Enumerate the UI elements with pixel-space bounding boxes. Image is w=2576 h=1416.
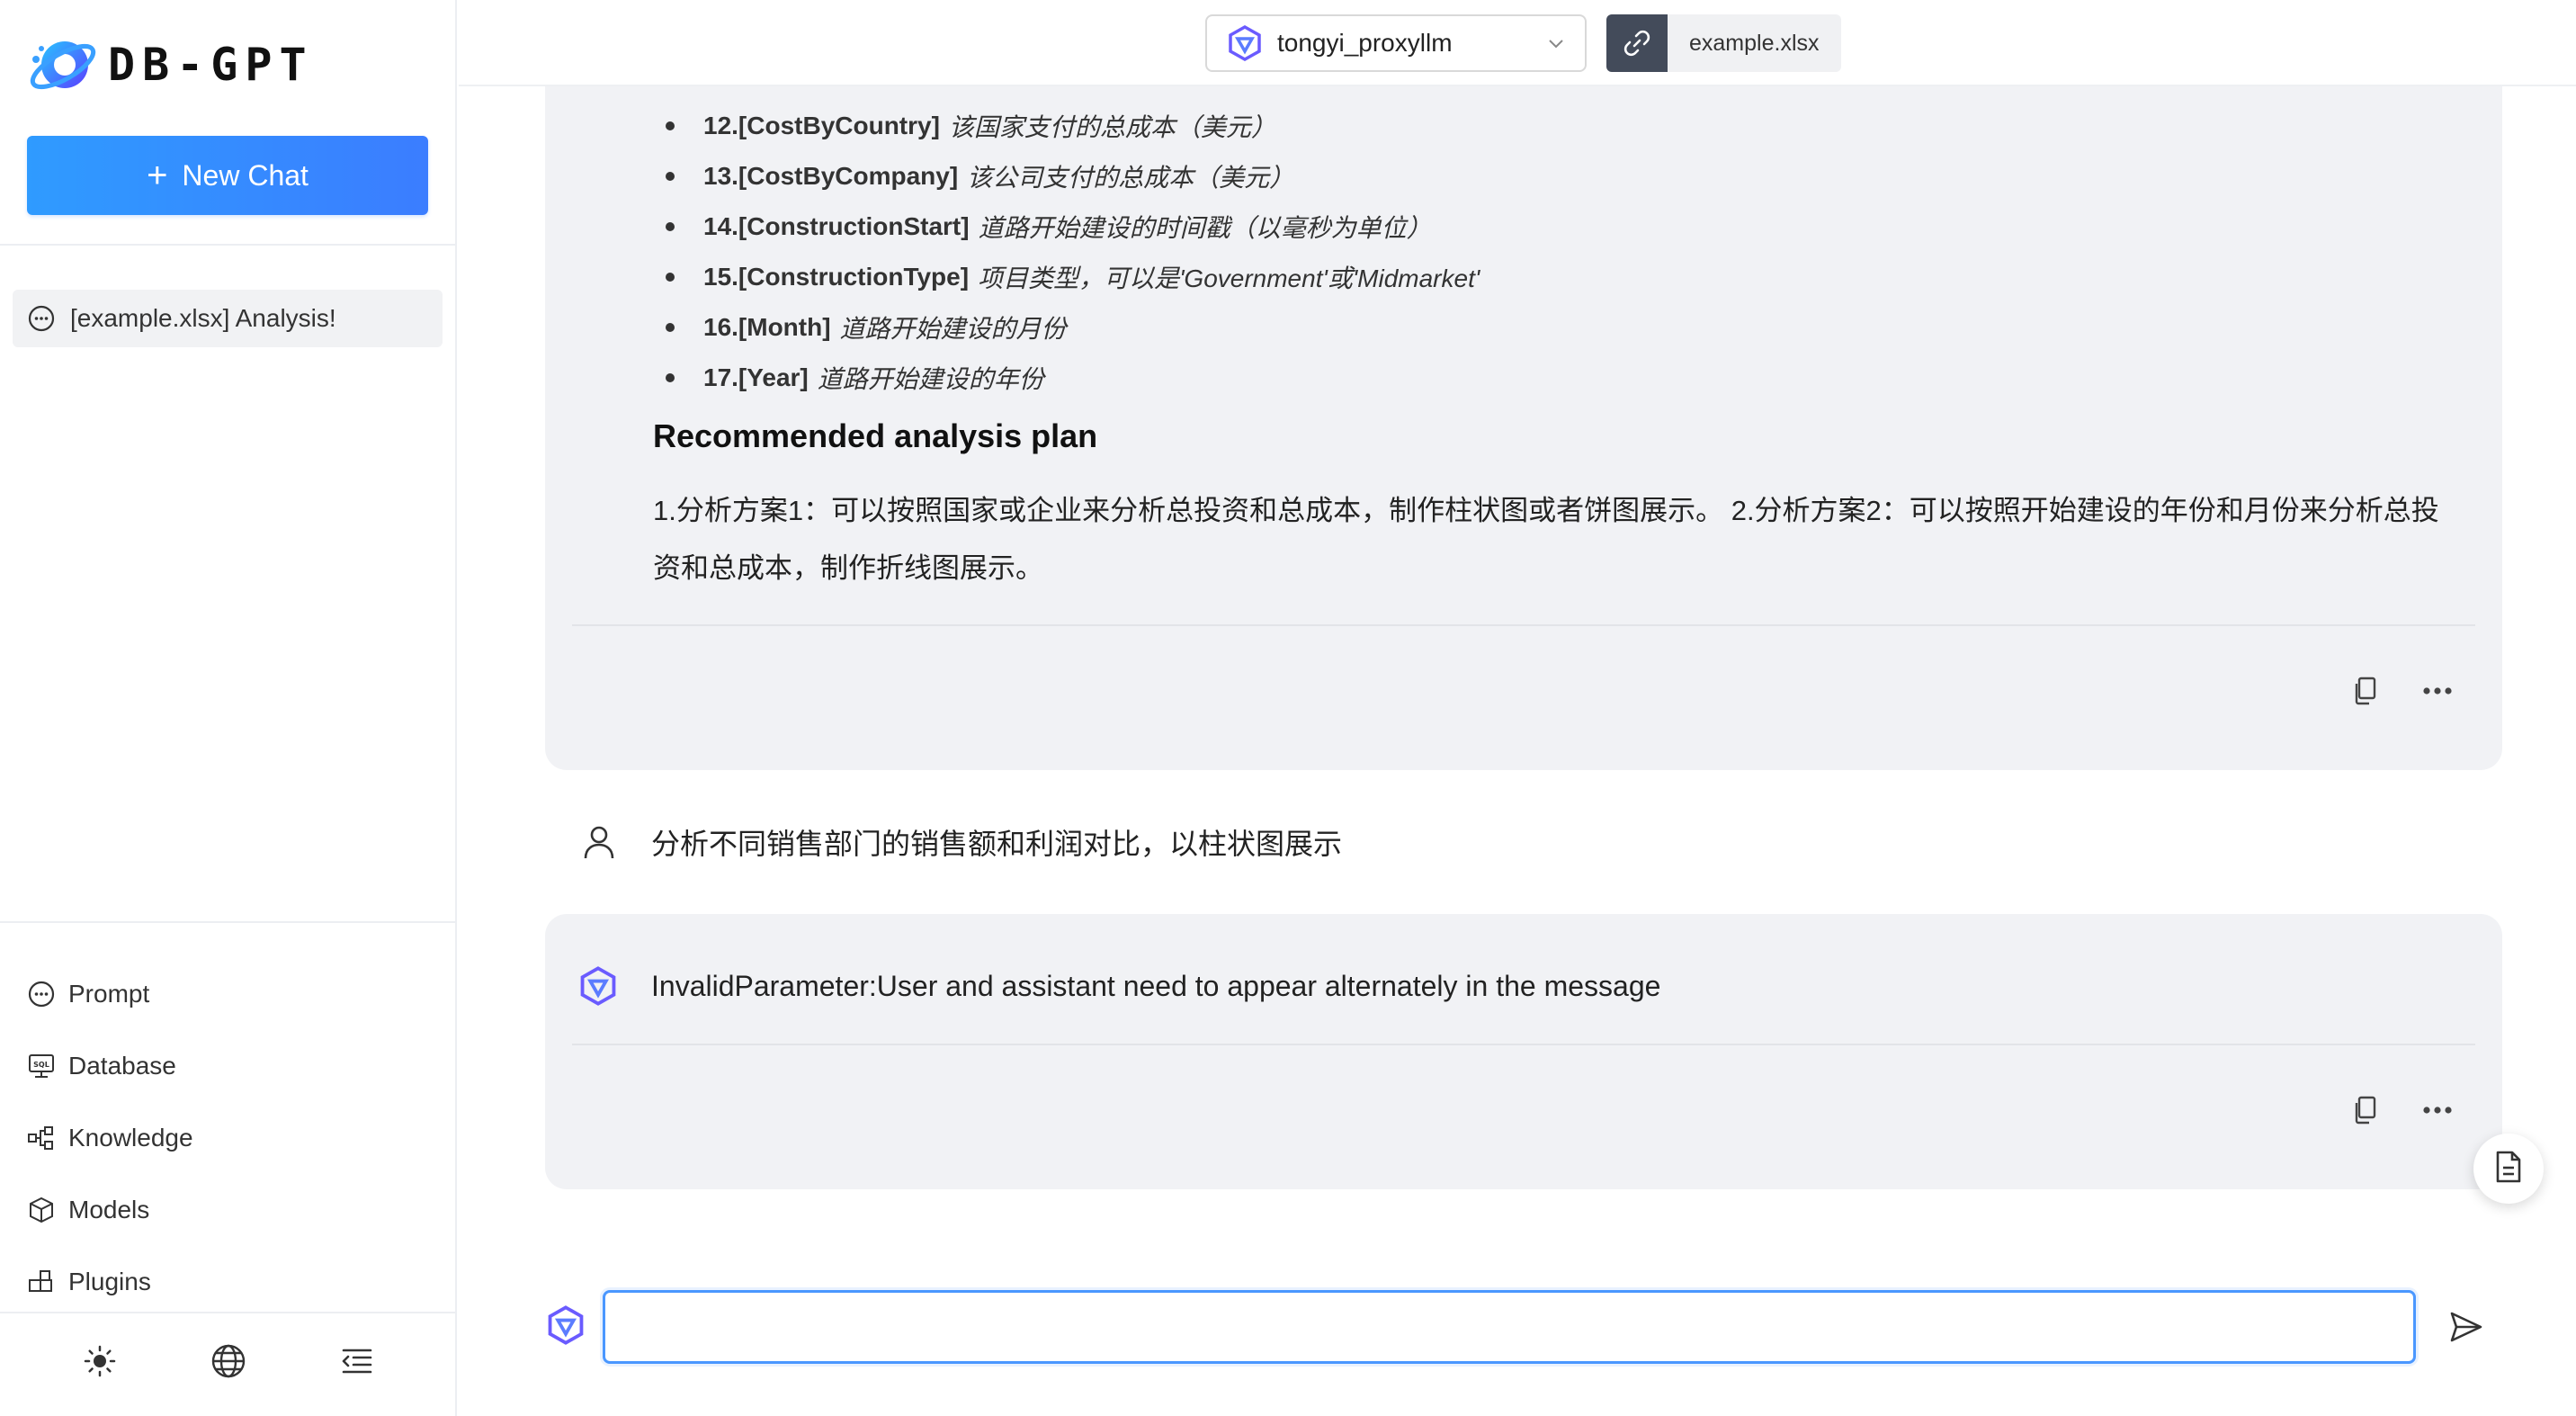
file-text-icon xyxy=(2493,1150,2524,1188)
column-desc: 项目类型，可以是'Government'或'Midmarket' xyxy=(978,264,1480,292)
message-actions xyxy=(2349,675,2454,707)
column-desc: 道路开始建设的月份 xyxy=(839,315,1067,343)
knowledge-graph-icon xyxy=(27,1124,56,1152)
sidebar-item-label: Knowledge xyxy=(68,1124,193,1152)
attached-file-chip[interactable]: example.xlsx xyxy=(1606,14,1841,72)
list-item: 17.[Year] 道路开始建设的年份 xyxy=(666,353,1480,403)
theme-sun-icon[interactable] xyxy=(80,1341,120,1381)
chat-bubble-icon xyxy=(27,304,56,333)
collapse-menu-icon[interactable] xyxy=(337,1341,377,1381)
plus-icon: + xyxy=(147,156,168,195)
language-globe-icon[interactable] xyxy=(209,1341,248,1381)
sidebar-footer xyxy=(0,1330,457,1393)
bullet xyxy=(666,121,675,130)
plugins-icon xyxy=(27,1268,56,1296)
list-item: 13.[CostByCompany] 该公司支付的总成本（美元） xyxy=(666,151,1480,202)
list-item: 15.[ConstructionType] 项目类型，可以是'Government… xyxy=(666,252,1480,302)
column-key: 16.[Month] xyxy=(703,313,831,341)
column-desc: 道路开始建设的时间戳（以毫秒为单位） xyxy=(978,214,1432,242)
chevron-down-icon xyxy=(1545,32,1567,54)
message-divider xyxy=(572,1044,2475,1045)
sidebar-item-knowledge[interactable]: Knowledge xyxy=(27,1102,423,1174)
list-item: 12.[CostByCountry] 该国家支付的总成本（美元） xyxy=(666,101,1480,151)
sidebar-divider xyxy=(0,921,457,923)
copy-icon[interactable] xyxy=(2349,675,2382,707)
chat-input[interactable] xyxy=(603,1290,2416,1364)
sidebar-item-label: Plugins xyxy=(68,1268,151,1295)
bullet xyxy=(666,373,675,382)
column-desc: 道路开始建设的年份 xyxy=(817,365,1044,393)
tongyi-model-icon xyxy=(576,964,621,1008)
tongyi-model-icon xyxy=(1225,23,1265,63)
sidebar-item-label: Prompt xyxy=(68,980,150,1008)
user-message: 分析不同销售部门的销售额和利润对比，以柱状图展示 xyxy=(581,813,1342,871)
sidebar-divider xyxy=(0,244,457,246)
sidebar-divider xyxy=(0,1312,457,1313)
logo-text: DB-GPT xyxy=(108,39,314,91)
assistant-message-bubble xyxy=(545,914,2502,1189)
copy-icon[interactable] xyxy=(2349,1094,2382,1126)
more-options-icon[interactable] xyxy=(2421,675,2454,707)
bullet xyxy=(666,172,675,181)
app-logo[interactable]: DB-GPT xyxy=(27,27,314,103)
bullet xyxy=(666,222,675,231)
assistant-error-text: InvalidParameter:User and assistant need… xyxy=(651,969,1661,1002)
section-heading: Recommended analysis plan xyxy=(653,417,1098,454)
sidebar: DB-GPT + New Chat [example.xlsx] Analysi… xyxy=(0,0,457,1416)
sidebar-item-plugins[interactable]: Plugins xyxy=(27,1246,423,1318)
user-avatar-icon xyxy=(581,824,617,860)
column-key: 13.[CostByCompany] xyxy=(703,162,959,190)
bullet xyxy=(666,273,675,282)
column-key: 17.[Year] xyxy=(703,363,809,391)
chat-bubble-icon xyxy=(27,980,56,1008)
message-divider xyxy=(572,624,2475,626)
new-chat-button[interactable]: + New Chat xyxy=(27,136,428,215)
message-actions xyxy=(2349,1094,2454,1126)
document-float-button[interactable] xyxy=(2473,1134,2544,1204)
column-key: 15.[ConstructionType] xyxy=(703,263,970,291)
sidebar-item-label: Database xyxy=(68,1052,176,1080)
user-message-text: 分析不同销售部门的销售额和利润对比，以柱状图展示 xyxy=(651,828,1343,860)
send-button[interactable] xyxy=(2445,1306,2488,1349)
column-desc: 该国家支付的总成本（美元） xyxy=(948,113,1276,141)
attached-file-name: example.xlsx xyxy=(1668,14,1841,72)
more-options-icon[interactable] xyxy=(2421,1094,2454,1126)
column-key: 12.[CostByCountry] xyxy=(703,112,940,139)
sidebar-item-database[interactable]: SQL Database xyxy=(27,1030,423,1102)
analysis-plan-text: 1.分析方案1：可以按照国家或企业来分析总投资和总成本，制作柱状图或者饼图展示。… xyxy=(653,495,2439,584)
sidebar-item-prompt[interactable]: Prompt xyxy=(27,958,423,1030)
model-select-value: tongyi_proxyllm xyxy=(1277,29,1453,57)
logo-planet-icon xyxy=(30,41,96,90)
column-key: 14.[ConstructionStart] xyxy=(703,212,970,240)
send-icon xyxy=(2448,1309,2484,1348)
column-desc: 该公司支付的总成本（美元） xyxy=(967,164,1295,192)
sidebar-item-label: Models xyxy=(68,1196,150,1223)
new-chat-label: New Chat xyxy=(182,158,309,192)
list-item: 16.[Month] 道路开始建设的月份 xyxy=(666,302,1480,353)
conversation-item[interactable]: [example.xlsx] Analysis! xyxy=(13,290,443,347)
conversation-label: [example.xlsx] Analysis! xyxy=(70,304,336,332)
link-icon xyxy=(1606,14,1668,72)
sidebar-item-models[interactable]: Models xyxy=(27,1174,423,1246)
sql-database-icon: SQL xyxy=(27,1052,56,1080)
assistant-message: InvalidParameter:User and assistant need… xyxy=(576,957,1660,1015)
bullet xyxy=(666,323,675,332)
top-bar: tongyi_proxyllm example.xlsx xyxy=(459,0,2576,86)
sidebar-menu: Prompt SQL Database Knowledge Models Plu… xyxy=(27,958,423,1318)
column-description-list: 12.[CostByCountry] 该国家支付的总成本（美元） 13.[Cost… xyxy=(666,101,1480,403)
cube-icon xyxy=(27,1196,56,1224)
tongyi-model-icon xyxy=(543,1303,588,1348)
model-select[interactable]: tongyi_proxyllm xyxy=(1205,14,1587,72)
svg-text:SQL: SQL xyxy=(33,1061,49,1069)
list-item: 14.[ConstructionStart] 道路开始建设的时间戳（以毫秒为单位） xyxy=(666,202,1480,252)
